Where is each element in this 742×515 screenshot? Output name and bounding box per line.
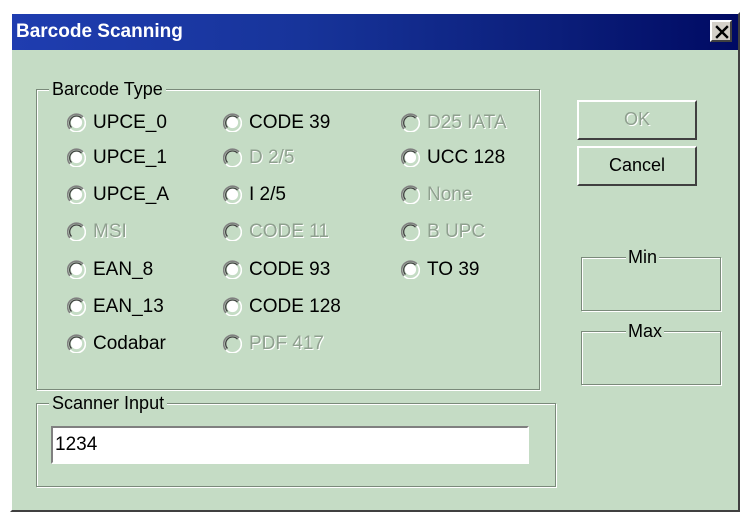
radio-label: PDF 417 <box>249 333 324 354</box>
radio-circle-icon <box>223 185 242 204</box>
radio-label: UCC 128 <box>427 147 506 168</box>
radio-label: D 2/5 <box>249 147 295 168</box>
radio-circle-icon <box>223 148 242 167</box>
radio-circle-icon <box>223 297 242 316</box>
min-label: Min <box>626 246 660 268</box>
radio-circle-icon <box>401 148 420 167</box>
radio-circle-icon <box>223 334 242 353</box>
radio-circle-icon <box>223 260 242 279</box>
barcode-type-group: Barcode Type UPCE_0 CODE 39 D25 IATA UPCE_1… <box>36 78 540 390</box>
radio-label: CODE 128 <box>249 296 341 317</box>
barcode-scanning-dialog: Barcode Scanning Barcode Type UPCE_0 CODE… <box>10 12 740 512</box>
radio-circle-icon <box>401 222 420 241</box>
radio-circle-icon <box>223 222 242 241</box>
cancel-button[interactable]: Cancel <box>577 146 697 186</box>
radio-label: B UPC <box>427 221 486 242</box>
scanner-input-group-label: Scanner Input <box>49 392 168 414</box>
radio-label: CODE 93 <box>249 259 331 280</box>
radio-circle-icon <box>67 222 86 241</box>
radio-circle-icon <box>67 334 86 353</box>
radio-label: MSI <box>93 221 127 242</box>
scanner-input-group: Scanner Input <box>36 392 556 487</box>
radio-circle-icon <box>223 113 242 132</box>
min-group: Min <box>581 246 721 311</box>
radio-label: TO 39 <box>427 259 480 280</box>
radio-label: UPCE_0 <box>93 112 167 133</box>
radio-circle-icon <box>67 260 86 279</box>
close-button[interactable] <box>710 20 732 42</box>
scanner-input-field[interactable] <box>51 426 529 464</box>
title-bar[interactable]: Barcode Scanning <box>12 14 738 50</box>
radio-label: EAN_13 <box>93 296 164 317</box>
radio-circle-icon <box>401 260 420 279</box>
radio-label: CODE 39 <box>249 112 331 133</box>
radio-label: None <box>427 184 473 205</box>
max-group: Max <box>581 320 721 385</box>
ok-button[interactable]: OK <box>577 100 697 140</box>
radio-label: CODE 11 <box>249 221 329 242</box>
radio-circle-icon <box>67 113 86 132</box>
radio-circle-icon <box>67 297 86 316</box>
max-label: Max <box>626 320 665 342</box>
radio-circle-icon <box>67 148 86 167</box>
radio-label: D25 IATA <box>427 112 507 133</box>
radio-label: UPCE_1 <box>93 147 167 168</box>
barcode-type-group-label: Barcode Type <box>49 78 166 100</box>
window-title: Barcode Scanning <box>16 21 183 42</box>
radio-label: Codabar <box>93 333 166 354</box>
radio-label: UPCE_A <box>93 184 170 205</box>
close-icon <box>715 25 729 39</box>
radio-label: EAN_8 <box>93 259 154 280</box>
radio-circle-icon <box>67 185 86 204</box>
radio-circle-icon <box>401 113 420 132</box>
radio-label: I 2/5 <box>249 184 286 205</box>
radio-circle-icon <box>401 185 420 204</box>
